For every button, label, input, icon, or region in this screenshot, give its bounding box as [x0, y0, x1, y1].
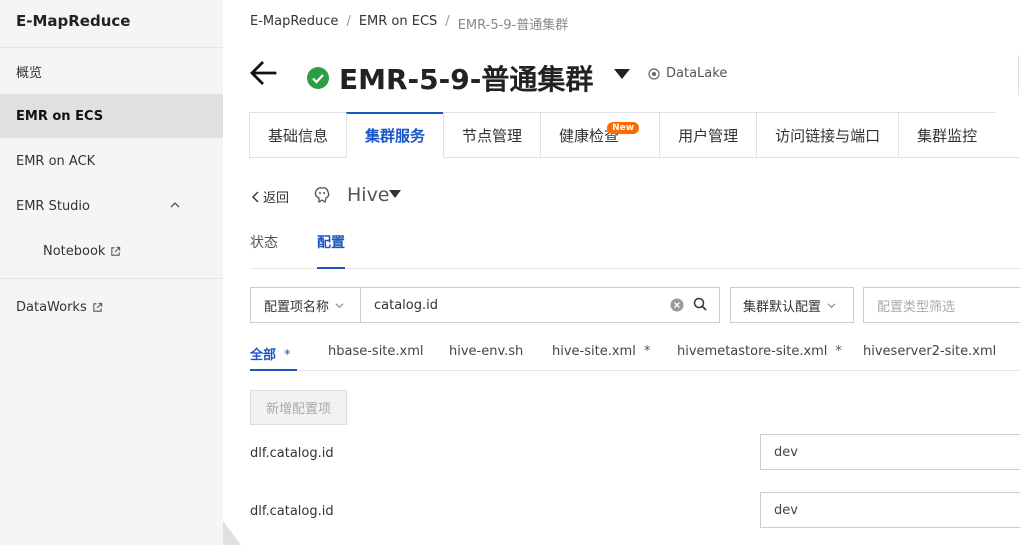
select-value: 集群默认配置 [743, 299, 822, 315]
clear-icon[interactable] [670, 298, 684, 312]
chevron-left-icon [252, 191, 259, 202]
file-tab-label: 全部 [250, 348, 277, 363]
tab-basic-info[interactable]: 基础信息 [249, 112, 347, 158]
modified-marker: * [284, 348, 291, 363]
breadcrumb: E-MapReduce / EMR on ECS / EMR-5-9-普通集群 [250, 14, 568, 33]
file-tab-label: hiveserver2-site.xml [863, 344, 997, 359]
modified-marker: * [835, 344, 842, 359]
breadcrumb-current: EMR-5-9-普通集群 [457, 18, 569, 33]
search-icon[interactable] [693, 297, 707, 311]
back-arrow-icon[interactable] [249, 60, 277, 86]
file-tab-hbase-site[interactable]: hbase-site.xml [328, 344, 424, 371]
cluster-switch-caret-icon[interactable] [614, 69, 630, 79]
sidebar-item-label: EMR Studio [16, 198, 91, 214]
search-input[interactable]: catalog.id [360, 287, 720, 323]
new-badge: New [607, 122, 640, 134]
file-tab-label: hivemetastore-site.xml [677, 344, 828, 359]
breadcrumb-item[interactable]: E-MapReduce [250, 14, 338, 33]
service-subtabs: 状态 配置 [250, 232, 1020, 269]
chevron-down-icon [335, 302, 344, 308]
sidebar-item-emr-on-ecs[interactable]: EMR on ECS [0, 94, 223, 138]
file-tab-hive-env[interactable]: hive-env.sh [449, 344, 523, 371]
breadcrumb-separator: / [346, 14, 351, 29]
tab-cluster-monitoring[interactable]: 集群监控 [898, 112, 996, 158]
modified-marker: * [643, 344, 651, 359]
file-tab-all[interactable]: 全部 * [250, 344, 297, 371]
page-title: EMR-5-9-普通集群 [339, 63, 594, 96]
tab-label: 集群监控 [917, 126, 978, 145]
config-value-input[interactable]: dev [760, 434, 1020, 470]
search-field-select[interactable]: 配置项名称 [250, 287, 361, 323]
file-tab-hivemetastore-site[interactable]: hivemetastore-site.xml * [677, 344, 842, 371]
file-tab-label: hive-site.xml [552, 344, 636, 359]
cluster-type-tag: DataLake [648, 66, 727, 81]
file-tab-label: hive-env.sh [449, 344, 524, 359]
cluster-tabs: 基础信息 集群服务 节点管理 健康检查 New 用户管理 访问链接与端口 集群监… [249, 112, 1020, 158]
tab-label: 基础信息 [268, 126, 329, 145]
config-file-tabs: 全部 * hbase-site.xml hive-env.sh hive-site… [250, 340, 1020, 371]
sidebar-item-label: DataWorks [16, 299, 87, 315]
add-config-button[interactable]: 新增配置项 [250, 390, 347, 425]
tab-config[interactable]: 配置 [317, 232, 345, 269]
back-link-label: 返回 [263, 191, 290, 206]
config-key: dlf.catalog.id [250, 504, 334, 519]
breadcrumb-item[interactable]: EMR on ECS [359, 14, 437, 33]
tab-status[interactable]: 状态 [250, 232, 278, 269]
breadcrumb-separator: / [445, 14, 450, 29]
hive-icon [314, 187, 330, 204]
config-type-filter[interactable]: 配置类型筛选 [863, 287, 1020, 323]
chevron-down-icon [827, 302, 836, 308]
select-value: 配置项名称 [264, 299, 330, 315]
sidebar-divider [0, 47, 223, 48]
sidebar-item-notebook[interactable]: Notebook [0, 229, 223, 273]
sidebar-item-label: Notebook [43, 243, 106, 259]
sidebar-item-label: EMR on ACK [16, 153, 96, 169]
back-link[interactable]: 返回 [251, 187, 289, 206]
tab-node-management[interactable]: 节点管理 [443, 112, 541, 158]
external-link-icon [111, 246, 121, 256]
sidebar-item-label: 概览 [16, 65, 43, 81]
sidebar-item-emr-studio[interactable]: EMR Studio [0, 184, 223, 228]
chevron-up-icon[interactable] [170, 200, 180, 210]
config-scope-select[interactable]: 集群默认配置 [730, 287, 854, 323]
sidebar-item-label: EMR on ECS [16, 108, 104, 124]
config-value-input[interactable]: dev [760, 492, 1020, 528]
datalake-icon [648, 67, 660, 80]
tab-health-check[interactable]: 健康检查 New [540, 112, 660, 158]
file-tab-hiveserver2-site[interactable]: hiveserver2-site.xml [863, 344, 996, 371]
file-tab-hive-site[interactable]: hive-site.xml * [552, 344, 650, 371]
sidebar-item-dataworks[interactable]: DataWorks [0, 285, 223, 329]
sidebar-title: E-MapReduce [16, 12, 131, 30]
sidebar-item-emr-on-ack[interactable]: EMR on ACK [0, 139, 223, 183]
tab-label: 用户管理 [678, 126, 739, 145]
file-tab-label: hbase-site.xml [328, 344, 424, 359]
external-link-icon [93, 302, 102, 312]
sidebar: E-MapReduce 概览 EMR on ECS EMR on ACK EMR… [0, 0, 223, 545]
config-key: dlf.catalog.id [250, 446, 334, 461]
tab-label: 集群服务 [365, 127, 426, 145]
sidebar-divider [0, 278, 223, 279]
service-name: Hive [347, 184, 390, 206]
app-root: E-MapReduce 概览 EMR on ECS EMR on ACK EMR… [0, 0, 1020, 545]
tab-user-management[interactable]: 用户管理 [659, 112, 757, 158]
sidebar-item-overview[interactable]: 概览 [0, 49, 223, 93]
tab-label: 节点管理 [462, 126, 523, 145]
tab-access-links-ports[interactable]: 访问链接与端口 [756, 112, 899, 158]
service-switch-caret-icon[interactable] [389, 190, 401, 198]
status-running-icon [307, 67, 329, 89]
tab-label: 访问链接与端口 [775, 126, 881, 145]
sidebar-collapse-handle[interactable] [223, 521, 241, 545]
tab-cluster-services[interactable]: 集群服务 [346, 112, 444, 158]
cluster-type-label: DataLake [666, 66, 728, 81]
